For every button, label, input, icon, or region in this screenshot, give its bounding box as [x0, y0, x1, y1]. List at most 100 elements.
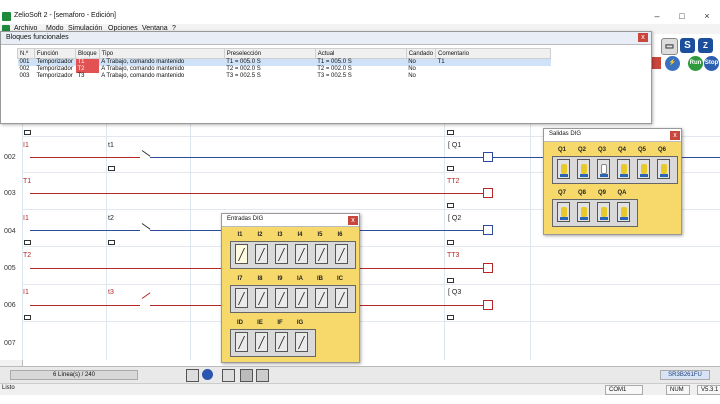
input-label: I4 — [297, 232, 303, 238]
contact-label: I1 — [23, 215, 29, 222]
output-label: Q5 — [637, 147, 646, 153]
coil[interactable] — [483, 188, 493, 198]
maximize-button[interactable]: □ — [675, 10, 689, 22]
comment-icon[interactable] — [24, 240, 31, 245]
output-label: Q3 — [597, 147, 606, 153]
contact-label: I1 — [23, 142, 29, 149]
coil[interactable] — [483, 300, 493, 310]
input-switch[interactable] — [235, 244, 248, 264]
type-code: A — [101, 66, 105, 72]
run-button[interactable]: Run — [688, 56, 703, 71]
col-header[interactable]: Candado — [405, 48, 437, 59]
coil[interactable] — [483, 225, 493, 235]
wire — [30, 230, 140, 231]
functional-blocks-window: Bloques funcionales x N.º Función Bloque… — [0, 31, 652, 124]
table-row[interactable]: 003 Temporizador T3 A Trabajo, comando m… — [18, 73, 551, 80]
wire — [150, 157, 483, 158]
contact-label: I1 — [23, 289, 29, 296]
coil[interactable] — [483, 152, 493, 162]
input-group — [230, 241, 356, 269]
col-header[interactable]: N.º — [17, 48, 35, 59]
wire — [70, 157, 140, 158]
comment-icon[interactable] — [447, 166, 454, 171]
input-switch[interactable] — [315, 244, 328, 264]
s-button[interactable]: S — [680, 38, 695, 53]
output-lamp — [577, 159, 590, 179]
input-switch[interactable] — [235, 332, 248, 352]
type-desc: Trabajo, comando mantenido — [106, 66, 185, 72]
port-indicator: COM1 — [605, 385, 643, 395]
clock-icon[interactable] — [202, 369, 213, 380]
col-header[interactable]: Comentario — [435, 48, 552, 59]
input-group — [230, 285, 356, 313]
input-switch[interactable] — [295, 288, 308, 308]
col-header[interactable]: Tipo — [98, 48, 225, 59]
window-icon[interactable]: ▭ — [661, 38, 678, 55]
cell: T1 — [75, 58, 100, 66]
contact-label: t1 — [108, 142, 114, 149]
col-header[interactable]: Bloque — [75, 48, 100, 59]
input-switch[interactable] — [255, 244, 268, 264]
input-switch[interactable] — [335, 288, 348, 308]
device-model: SR3B261FU — [660, 370, 710, 380]
power-icon[interactable]: ⚡ — [665, 56, 680, 71]
input-switch[interactable] — [295, 244, 308, 264]
contact-label: T2 — [23, 252, 32, 259]
bottom-toolbar: 6 Línea(s) / 240 SR3B261FU — [0, 366, 720, 383]
entradas-close-button[interactable]: x — [348, 216, 358, 225]
module-icon[interactable] — [256, 369, 269, 382]
comment-icon[interactable] — [108, 240, 115, 245]
printer-icon[interactable] — [240, 369, 253, 382]
input-switch[interactable] — [335, 244, 348, 264]
output-lamp — [597, 202, 610, 222]
input-label: I8 — [257, 276, 263, 282]
comment-icon[interactable] — [24, 315, 31, 320]
comment-icon[interactable] — [447, 278, 454, 283]
comment-icon[interactable] — [108, 166, 115, 171]
stop-button[interactable]: Stop — [704, 56, 719, 71]
entradas-header: Entradas DIG x — [222, 214, 359, 227]
comment-icon[interactable] — [24, 130, 31, 135]
cell: 003 — [19, 73, 30, 79]
input-switch[interactable] — [235, 288, 248, 308]
output-label: Q1 — [557, 147, 566, 153]
type-code: A — [101, 73, 105, 79]
coil-label: TT3 — [447, 252, 460, 259]
comment-icon[interactable] — [447, 315, 454, 320]
comment-icon[interactable] — [447, 130, 454, 135]
coil[interactable] — [483, 263, 493, 273]
cell: Temporizador — [34, 58, 76, 66]
comment-icon[interactable] — [447, 240, 454, 245]
minimize-button[interactable]: – — [650, 10, 664, 22]
type-code: A — [101, 59, 105, 65]
row-number: 004 — [4, 228, 16, 235]
output-lamp — [617, 202, 630, 222]
input-label: I6 — [337, 232, 343, 238]
table-row[interactable]: 002 Temporizador T2 A Trabajo, comando m… — [18, 66, 551, 73]
col-header[interactable]: Actual — [314, 48, 407, 59]
input-switch[interactable] — [275, 332, 288, 352]
col-header[interactable]: Función — [34, 48, 76, 59]
contact-label: t3 — [108, 289, 114, 296]
cell: No — [408, 66, 416, 72]
input-switch[interactable] — [255, 288, 268, 308]
input-switch[interactable] — [255, 332, 268, 352]
input-switch[interactable] — [275, 288, 288, 308]
output-label: Q7 — [557, 190, 566, 196]
table-row[interactable]: 001 Temporizador T1 A Trabajo, comando m… — [17, 58, 551, 66]
version-indicator: V5.3.1 — [697, 385, 720, 395]
output-label: Q6 — [657, 147, 666, 153]
cell — [436, 66, 551, 73]
input-switch[interactable] — [295, 332, 308, 352]
num-indicator: NUM — [666, 385, 690, 395]
fb-close-button[interactable]: x — [638, 33, 648, 42]
comment-icon[interactable] — [447, 203, 454, 208]
input-switch[interactable] — [315, 288, 328, 308]
close-button[interactable]: × — [700, 10, 714, 22]
fb-table: N.º Función Bloque Tipo Preselección Act… — [17, 48, 552, 80]
input-switch[interactable] — [275, 244, 288, 264]
col-header[interactable]: Preselección — [223, 48, 316, 59]
salidas-close-button[interactable]: x — [670, 131, 680, 140]
chart-icon[interactable] — [186, 369, 199, 382]
device-icon[interactable] — [222, 369, 235, 382]
